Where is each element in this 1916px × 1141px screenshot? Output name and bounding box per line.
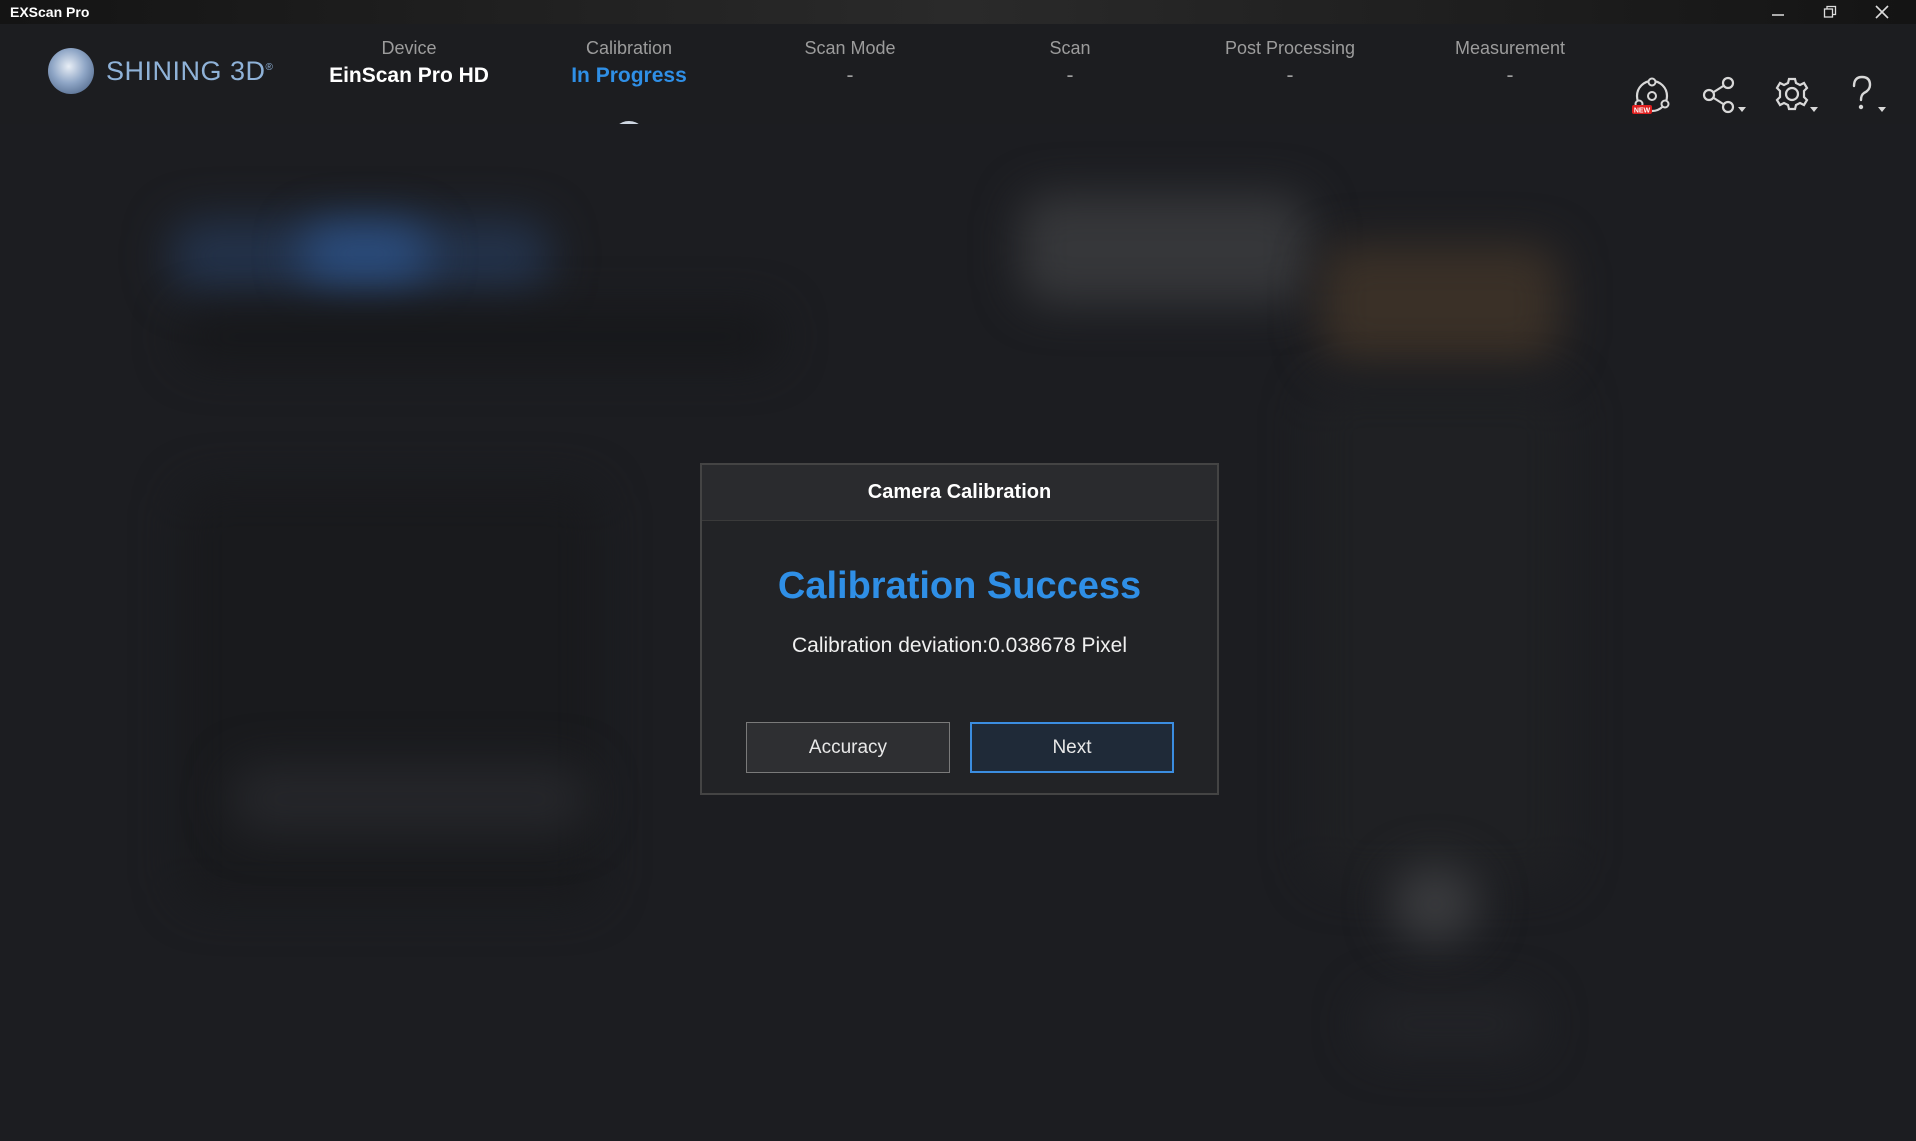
blurred-panel xyxy=(1390,864,1480,944)
workflow-header: SHINING 3D® Device EinScan Pro HD Calibr… xyxy=(0,24,1916,155)
blurred-panel xyxy=(1320,244,1560,364)
new-scan-tool-button[interactable]: NEW xyxy=(1628,74,1678,118)
next-button[interactable]: Next xyxy=(970,722,1174,773)
blurred-panel xyxy=(300,224,430,284)
blurred-panel xyxy=(230,764,590,834)
step-name: Scan xyxy=(1049,38,1091,58)
step-value: - xyxy=(846,64,854,87)
step-value: EinScan Pro HD xyxy=(329,64,489,87)
step-value: - xyxy=(1066,64,1074,87)
close-icon xyxy=(1875,5,1889,19)
blurred-panel xyxy=(180,309,780,364)
step-name: Post Processing xyxy=(1224,38,1356,58)
chevron-down-icon xyxy=(1810,107,1818,112)
new-scan-icon: NEW xyxy=(1632,77,1670,115)
step-name: Scan Mode xyxy=(804,38,896,58)
title-bar: EXScan Pro xyxy=(0,0,1916,24)
share-icon xyxy=(1702,76,1746,114)
step-post-processing[interactable]: Post Processing - xyxy=(1180,34,1400,90)
blurred-panel xyxy=(1020,194,1310,304)
logo-text: SHINING 3D® xyxy=(106,55,274,86)
step-calibration[interactable]: Calibration In Progress xyxy=(519,34,739,90)
step-value: In Progress xyxy=(571,64,687,87)
calibration-deviation-text: Calibration deviation:0.038678 Pixel xyxy=(791,634,1128,657)
camera-calibration-dialog: Camera Calibration Calibration Success C… xyxy=(700,463,1219,795)
logo-mark-icon xyxy=(48,48,94,94)
chevron-down-icon xyxy=(1878,107,1886,112)
blurred-panel xyxy=(1310,384,1570,884)
dialog-title: Camera Calibration xyxy=(702,465,1217,521)
share-button[interactable] xyxy=(1700,74,1750,118)
close-button[interactable] xyxy=(1856,0,1908,24)
blurred-panel xyxy=(180,484,600,904)
chevron-down-icon xyxy=(1738,107,1746,112)
step-device[interactable]: Device EinScan Pro HD xyxy=(299,34,519,90)
minimize-icon xyxy=(1772,14,1784,16)
restore-button[interactable] xyxy=(1804,0,1856,24)
step-name: Calibration xyxy=(585,38,673,58)
window-title: EXScan Pro xyxy=(10,4,90,20)
step-scan-mode[interactable]: Scan Mode - xyxy=(740,34,960,90)
settings-button[interactable] xyxy=(1772,74,1822,118)
new-badge: NEW xyxy=(1634,108,1651,115)
restore-icon xyxy=(1823,5,1837,18)
step-name: Measurement xyxy=(1454,38,1566,58)
shining3d-logo: SHINING 3D® xyxy=(48,46,273,96)
gear-icon xyxy=(1775,77,1818,112)
app-window: EXScan Pro SHINING 3D® Device EinScan Pr… xyxy=(0,0,1916,1141)
minimize-button[interactable] xyxy=(1752,0,1804,24)
calibration-success-heading: Calibration Success xyxy=(777,565,1142,607)
step-name: Device xyxy=(381,38,437,58)
blurred-panel xyxy=(1360,994,1540,1054)
step-measurement[interactable]: Measurement - xyxy=(1400,34,1620,90)
help-icon xyxy=(1852,75,1886,112)
step-value: - xyxy=(1506,64,1514,87)
help-button[interactable] xyxy=(1844,74,1894,118)
step-value: - xyxy=(1286,64,1294,87)
step-scan[interactable]: Scan - xyxy=(960,34,1180,90)
accuracy-button[interactable]: Accuracy xyxy=(746,722,950,773)
